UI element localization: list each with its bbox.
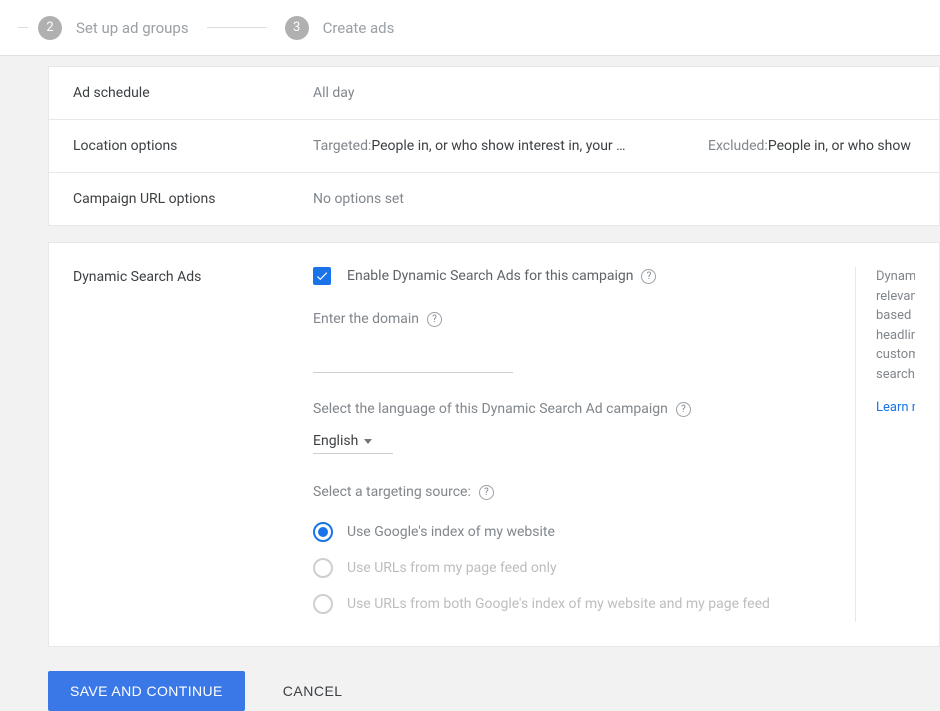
footer: SAVE AND CONTINUE CANCEL	[0, 647, 940, 711]
radio-button[interactable]	[313, 522, 333, 542]
check-icon	[315, 269, 329, 283]
radio-label: Use Google's index of my website	[347, 524, 555, 540]
enable-dsa-label: Enable Dynamic Search Ads for this campa…	[347, 268, 633, 284]
value-url-options: No options set	[313, 191, 915, 207]
settings-card: Ad schedule All day Location options Tar…	[48, 66, 940, 226]
targeting-label: Select a targeting source:	[313, 484, 471, 500]
dsa-section-label: Dynamic Search Ads	[73, 267, 313, 622]
radio-button	[313, 594, 333, 614]
value-ad-schedule: All day	[313, 85, 915, 101]
stepper: 2 Set up ad groups 3 Create ads	[0, 0, 940, 56]
label-url-options: Campaign URL options	[73, 191, 313, 207]
targeted-prefix: Targeted:	[313, 138, 371, 154]
domain-label: Enter the domain	[313, 311, 419, 327]
help-text: relevant searches automatically	[876, 287, 915, 307]
dsa-help-panel: Dynamic Search Ads target relevant searc…	[855, 267, 915, 622]
radio-page-feed: Use URLs from my page feed only	[313, 550, 835, 586]
help-icon[interactable]: ?	[676, 402, 691, 417]
row-location-options[interactable]: Location options Targeted: People in, or…	[49, 119, 939, 172]
language-value: English	[313, 433, 358, 449]
domain-input[interactable]	[313, 345, 513, 373]
row-ad-schedule[interactable]: Ad schedule All day	[49, 67, 939, 119]
learn-more-link[interactable]: Learn more	[876, 398, 915, 418]
stepper-line	[207, 27, 267, 28]
enable-dsa-checkbox[interactable]	[313, 267, 331, 285]
row-url-options[interactable]: Campaign URL options No options set	[49, 172, 939, 225]
step-label: Create ads	[323, 19, 395, 37]
cancel-button[interactable]: CANCEL	[277, 682, 349, 700]
help-text: headlines automatically	[876, 326, 915, 346]
language-label: Select the language of this Dynamic Sear…	[313, 401, 668, 417]
help-text: searches.	[876, 365, 915, 385]
chevron-down-icon	[364, 439, 372, 444]
step-number-2: 2	[38, 16, 62, 40]
radio-label: Use URLs from both Google's index of my …	[347, 596, 770, 612]
help-text: customized to people's actual	[876, 345, 915, 365]
step-create-ads[interactable]: 3 Create ads	[285, 16, 395, 40]
radio-both: Use URLs from both Google's index of my …	[313, 586, 835, 622]
step-number-3: 3	[285, 16, 309, 40]
help-icon[interactable]: ?	[427, 312, 442, 327]
excluded-value: People in, or who show interest in, your…	[768, 138, 915, 154]
stepper-line	[18, 27, 28, 28]
targeted-value: People in, or who show interest in, your…	[371, 138, 625, 154]
radio-label: Use URLs from my page feed only	[347, 560, 557, 576]
targeting-radio-group: Use Google's index of my website Use URL…	[313, 514, 835, 622]
help-text: Dynamic Search Ads target	[876, 267, 915, 287]
language-select[interactable]: English	[313, 427, 393, 454]
label-location-options: Location options	[73, 138, 313, 154]
step-ad-groups[interactable]: 2 Set up ad groups	[38, 16, 189, 40]
save-continue-button[interactable]: SAVE AND CONTINUE	[48, 671, 245, 711]
value-location-options: Targeted: People in, or who show interes…	[313, 138, 915, 154]
help-icon[interactable]: ?	[641, 269, 656, 284]
help-icon[interactable]: ?	[479, 485, 494, 500]
label-ad-schedule: Ad schedule	[73, 85, 313, 101]
dsa-card: Dynamic Search Ads Enable Dynamic Search…	[48, 242, 940, 647]
step-label: Set up ad groups	[76, 19, 189, 37]
radio-button	[313, 558, 333, 578]
excluded-prefix: Excluded:	[708, 138, 768, 154]
radio-google-index[interactable]: Use Google's index of my website	[313, 514, 835, 550]
help-text: based on your website, then use	[876, 306, 915, 326]
